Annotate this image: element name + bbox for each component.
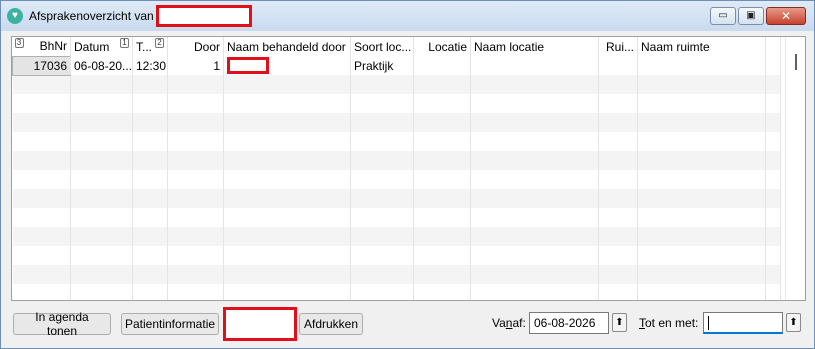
col-header-tijd[interactable]: T... 2 — [132, 37, 168, 56]
table-row — [12, 265, 781, 284]
redacted-patient-name — [155, 5, 252, 27]
table-row — [12, 189, 781, 208]
patient-info-button[interactable]: Patientinformatie — [121, 313, 219, 335]
table-row — [12, 113, 781, 132]
col-header-door[interactable]: Door — [167, 37, 224, 56]
to-date-label: Tot en met: — [639, 316, 699, 330]
text-caret — [708, 315, 709, 330]
col-header-naam-locatie[interactable]: Naam locatie — [470, 37, 599, 56]
table-header-row: 3 BhNr Datum 1 T... 2 Door Naam behandel… — [12, 37, 781, 56]
sort-order-icon: 2 — [155, 38, 164, 48]
redacted-button — [223, 307, 297, 341]
cell-door[interactable]: 1 — [167, 56, 224, 75]
from-date-input[interactable]: 06-08-2026 — [529, 312, 609, 334]
scrollbar-thumb[interactable] — [795, 54, 797, 70]
col-header-locatie[interactable]: Locatie — [413, 37, 471, 56]
table-row — [12, 94, 781, 113]
appointments-window: ♥ Afsprakenoverzicht van ▭ ▣ ✕ 3 BhNr Da… — [0, 0, 815, 349]
close-button[interactable]: ✕ — [766, 7, 806, 25]
minimize-button[interactable]: ▭ — [710, 7, 736, 25]
print-button[interactable]: Afdrukken — [299, 313, 363, 335]
table-row — [12, 75, 781, 94]
cell-naam-behandeld[interactable] — [223, 56, 351, 75]
sort-order-icon: 1 — [120, 38, 129, 48]
window-title: Afsprakenoverzicht van — [29, 9, 154, 23]
sort-order-icon: 3 — [14, 38, 24, 48]
cell-filler — [765, 56, 781, 75]
cell-bhnr[interactable]: 17036 — [12, 55, 71, 76]
table-row — [12, 246, 781, 265]
from-date-picker-button[interactable]: ⬆ — [612, 313, 627, 332]
to-date-picker-button[interactable]: ⬆ — [786, 313, 801, 332]
col-header-soort[interactable]: Soort loc... — [350, 37, 414, 56]
app-heart-icon: ♥ — [7, 8, 23, 24]
window-controls: ▭ ▣ ✕ — [710, 7, 806, 25]
col-header-filler — [765, 37, 781, 56]
show-in-agenda-button[interactable]: In agenda tonen — [13, 310, 111, 338]
table-row — [12, 132, 781, 151]
col-header-datum[interactable]: Datum 1 — [70, 37, 133, 56]
col-header-bhnr[interactable]: 3 BhNr — [12, 37, 71, 56]
maximize-button[interactable]: ▣ — [738, 7, 764, 25]
table-row — [12, 284, 781, 300]
cell-locatie[interactable] — [413, 56, 471, 75]
cell-datum[interactable]: 06-08-20... — [70, 56, 133, 75]
table-row — [12, 170, 781, 189]
cell-soort[interactable]: Praktijk — [350, 56, 414, 75]
cell-ruimte[interactable] — [598, 56, 638, 75]
title-bar: ♥ Afsprakenoverzicht van ▭ ▣ ✕ — [1, 1, 814, 31]
table-row — [12, 151, 781, 170]
col-header-naam-ruimte[interactable]: Naam ruimte — [637, 37, 766, 56]
col-header-naam-behandeld[interactable]: Naam behandeld door — [223, 37, 351, 56]
appointments-table: 3 BhNr Datum 1 T... 2 Door Naam behandel… — [12, 37, 781, 300]
col-header-ruimte[interactable]: Rui... — [598, 37, 638, 56]
action-bar: In agenda tonen Patientinformatie Afdruk… — [11, 307, 806, 341]
appointments-grid[interactable]: 3 BhNr Datum 1 T... 2 Door Naam behandel… — [11, 36, 806, 301]
cell-naam-ruimte[interactable] — [637, 56, 766, 75]
redacted-practitioner-name — [227, 57, 269, 74]
to-date-input[interactable] — [703, 312, 783, 334]
from-date-label: Vanaf: — [492, 316, 526, 330]
table-row — [12, 227, 781, 246]
table-row — [12, 208, 781, 227]
table-row[interactable]: 17036 06-08-20... 12:30 1 Praktijk — [12, 55, 781, 76]
cell-tijd[interactable]: 12:30 — [132, 56, 168, 75]
cell-naam-locatie[interactable] — [470, 56, 599, 75]
vertical-scrollbar[interactable] — [785, 37, 805, 300]
